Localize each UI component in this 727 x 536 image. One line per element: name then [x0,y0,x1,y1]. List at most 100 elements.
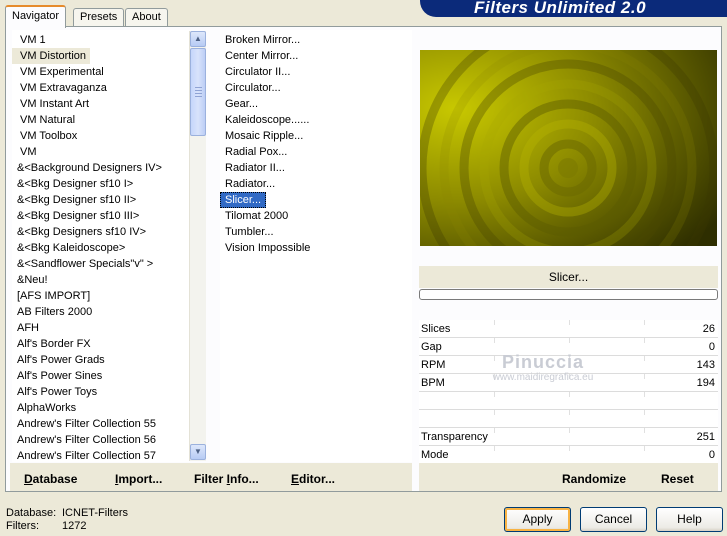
filter-item[interactable]: Slicer... [220,192,267,208]
tab-presets[interactable]: Presets [73,8,125,27]
scroll-thumb[interactable] [190,48,206,136]
scroll-down-button[interactable]: ▼ [190,444,206,460]
category-item[interactable]: Andrew's Filter Collection 55 [12,416,160,432]
filter-item[interactable]: Radial Pox... [220,144,292,160]
tab-about[interactable]: About [125,8,168,27]
reset-button[interactable]: Reset [661,463,694,491]
category-item[interactable]: VM 1 [12,32,50,48]
param-label: Slices [421,323,451,335]
param-tick [494,392,495,397]
param-slider-row[interactable]: RPM 143 [419,356,718,374]
category-item[interactable]: Alf's Border FX [12,336,95,352]
param-tick [644,338,645,343]
param-tick [494,374,495,379]
param-tick [494,446,495,451]
filter-list[interactable]: Broken Mirror... Center Mirror... Circulat… [220,30,412,462]
param-tick [569,320,570,325]
param-tick [569,410,570,415]
category-item[interactable]: Alf's Power Grads [12,352,109,368]
category-item[interactable]: &<Background Designers IV> [12,160,166,176]
param-tick [494,428,495,433]
category-item[interactable]: &<Bkg Designer sf10 II> [12,192,140,208]
param-tick [644,374,645,379]
filter-info-button[interactable]: Filter Info... [194,463,259,491]
param-label: Gap [421,341,442,353]
database-label: atabase [32,472,78,486]
param-slider-row[interactable]: Slices 26 [419,320,718,338]
category-item[interactable]: VM [12,144,41,160]
category-item[interactable]: &<Bkg Designer sf10 I> [12,176,137,192]
filter-info-label: nfo... [230,472,259,486]
filter-item[interactable]: Broken Mirror... [220,32,305,48]
param-slider-row[interactable]: Transparency 251 [419,428,718,446]
category-list[interactable]: VM 1 VM Distortion VM Experimental VM Extra… [12,30,190,462]
category-item[interactable]: &<Bkg Kaleidoscope> [12,240,129,256]
filter-item[interactable]: Center Mirror... [220,48,303,64]
scroll-up-button[interactable]: ▲ [190,31,206,47]
filter-item[interactable]: Circulator II... [220,64,295,80]
status-filters-value: 1272 [62,520,87,532]
category-item[interactable]: VM Experimental [12,64,108,80]
param-tick [644,428,645,433]
param-tick [644,356,645,361]
tab-navigator[interactable]: Navigator [5,5,67,28]
editor-label: ditor... [299,472,336,486]
param-tick [644,392,645,397]
category-scrollbar[interactable]: ▲ ▼ [189,31,206,461]
filter-item[interactable]: Gear... [220,96,263,112]
parameter-panel: Slices 26 Gap 0 RPM 143 BPM 194 Transparency 251 M… [419,320,718,464]
editor-button[interactable]: Editor... [291,463,335,491]
category-item[interactable]: &<Sandflower Specials"v" > [12,256,157,272]
filter-preview [420,50,717,246]
filter-item[interactable]: Circulator... [220,80,286,96]
filter-item[interactable]: Radiator... [220,176,280,192]
category-item[interactable]: VM Extravaganza [12,80,111,96]
category-item[interactable]: Alf's Power Toys [12,384,101,400]
category-item[interactable]: VM Natural [12,112,79,128]
status-filters-label: Filters: [6,520,39,532]
param-slider-row[interactable]: Gap 0 [419,338,718,356]
param-value: 0 [708,449,715,461]
filter-item[interactable]: Kaleidoscope...... [220,112,314,128]
cancel-button[interactable]: Cancel [580,507,647,532]
param-slider-row[interactable]: BPM 194 [419,374,718,392]
category-item[interactable]: &<Bkg Designers sf10 IV> [12,224,150,240]
filter-item[interactable]: Radiator II... [220,160,290,176]
category-item[interactable]: VM Instant Art [12,96,93,112]
param-slider-row[interactable]: Mode 0 [419,446,718,464]
app-title-banner: Filters Unlimited 2.0 [420,0,727,17]
category-item[interactable]: AB Filters 2000 [12,304,96,320]
filter-item[interactable]: Mosaic Ripple... [220,128,308,144]
category-item[interactable]: [AFS IMPORT] [12,288,94,304]
category-item[interactable]: &Neu! [12,272,52,288]
param-label: BPM [421,377,445,389]
filter-item[interactable]: Tumbler... [220,224,279,240]
param-tick [644,446,645,451]
param-tick [569,374,570,379]
param-tick [494,356,495,361]
category-item[interactable]: Andrew's Filter Collection 57 [12,448,160,462]
help-button[interactable]: Help [656,507,723,532]
apply-button[interactable]: Apply [504,507,571,532]
category-item[interactable]: AFH [12,320,43,336]
category-item[interactable]: &<Bkg Designer sf10 III> [12,208,143,224]
param-tick [569,392,570,397]
category-item[interactable]: VM Toolbox [12,128,81,144]
selected-filter-name: Slicer... [419,266,718,288]
filter-item[interactable]: Tilomat 2000 [220,208,293,224]
navigator-toolbar: Database Import... Filter Info... Editor… [10,463,412,491]
param-slider-row[interactable] [419,392,718,410]
param-label: Mode [421,449,449,461]
database-button[interactable]: Database [24,463,77,491]
filter-item[interactable]: Vision Impossible [220,240,315,256]
category-item[interactable]: VM Distortion [12,48,91,64]
param-tick [569,356,570,361]
category-item[interactable]: Andrew's Filter Collection 56 [12,432,160,448]
category-item[interactable]: AlphaWorks [12,400,80,416]
import-button[interactable]: Import... [115,463,162,491]
param-tick [569,428,570,433]
randomize-button[interactable]: Randomize [562,463,626,491]
category-item[interactable]: Alf's Power Sines [12,368,106,384]
param-slider-row[interactable] [419,410,718,428]
param-tick [569,446,570,451]
